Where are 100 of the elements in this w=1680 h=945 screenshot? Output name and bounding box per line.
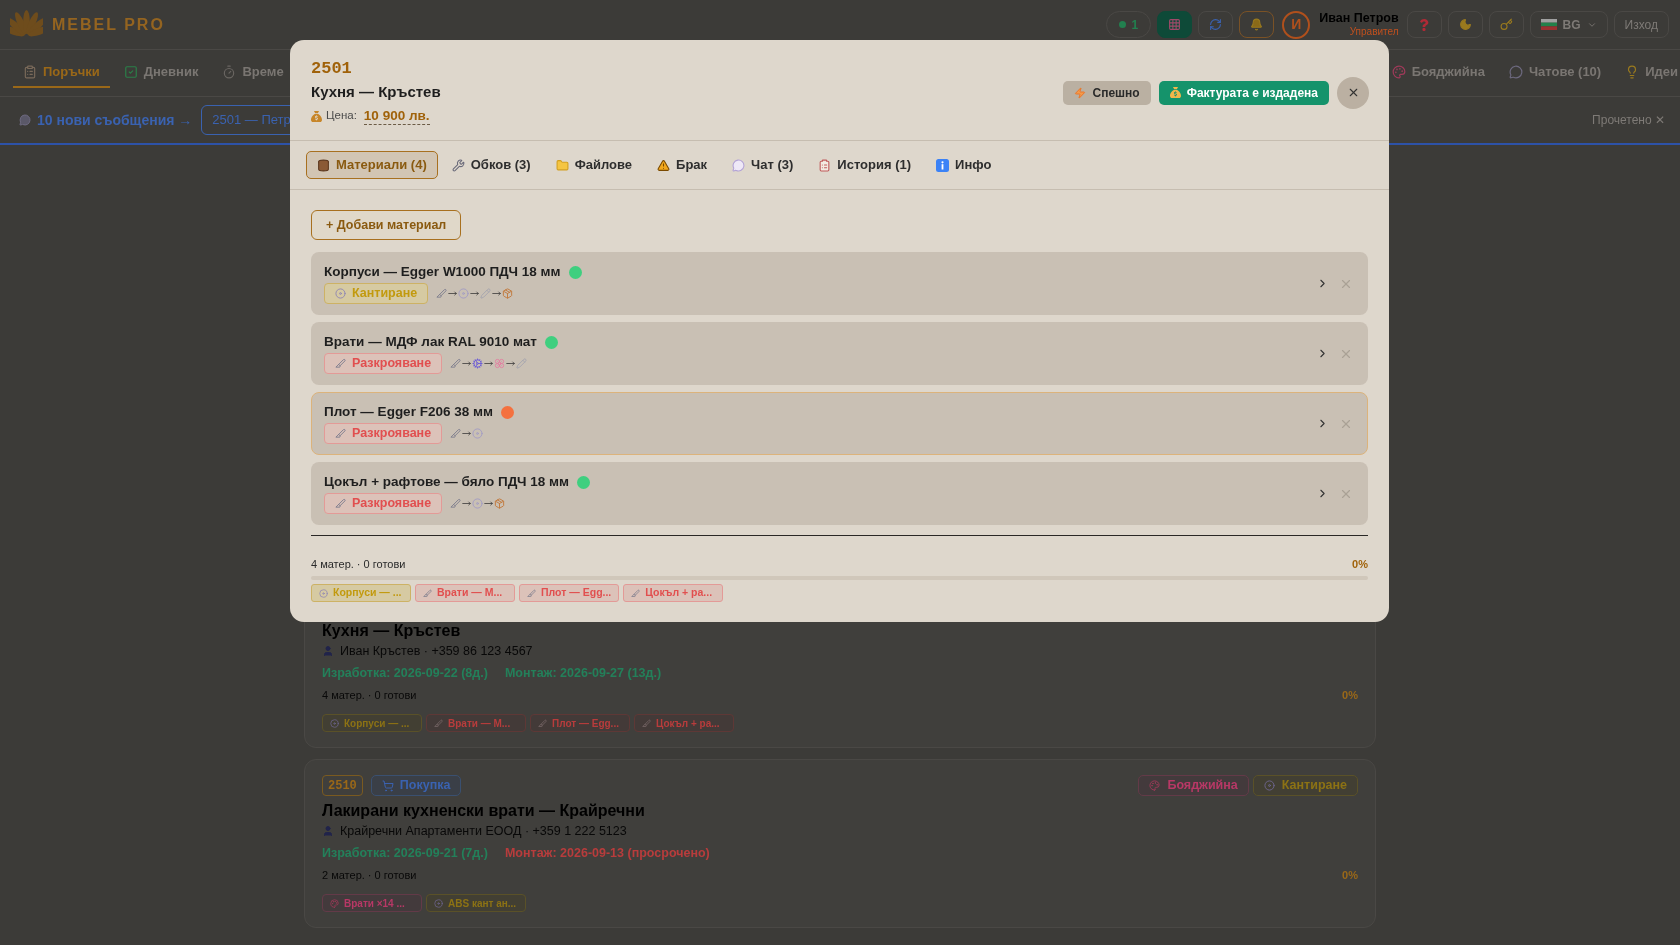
info-icon <box>936 158 950 172</box>
key-button[interactable] <box>1488 11 1524 38</box>
language-code: BG <box>1562 16 1581 34</box>
material-row[interactable]: Врати — МДФ лак RAL 9010 мат Разкрояване <box>311 322 1368 385</box>
dialog-tab[interactable]: Инфо <box>925 151 1003 179</box>
nav-tab[interactable]: Дневник <box>113 58 209 88</box>
arrow-icon <box>506 359 516 368</box>
status-toggle-button[interactable]: Фактурата е издадена <box>1158 80 1329 105</box>
knife-icon <box>423 588 432 598</box>
dialog-tab[interactable]: Обков (3) <box>440 151 542 179</box>
knife-icon <box>527 588 536 598</box>
dialog-tab[interactable]: История (1) <box>807 151 923 179</box>
status-toggle-button[interactable]: Спешно <box>1063 80 1151 105</box>
checkbox-icon <box>123 65 138 79</box>
online-count: 1 <box>1131 16 1139 34</box>
pencil-icon <box>480 288 492 299</box>
order-card[interactable] <box>304 759 1376 928</box>
knife-icon <box>631 588 641 598</box>
knife-icon <box>434 718 443 728</box>
dialog-title: Кухня — Кръстев <box>311 82 441 102</box>
material-row[interactable]: Цокъл + рафтове — бяло ПДЧ 18 мм Разкрояване <box>311 462 1368 525</box>
new-messages-link[interactable]: 10 нови съобщения → <box>19 109 193 131</box>
material-chip: Цокъл + ра... <box>623 584 724 602</box>
arrow-icon <box>462 429 472 438</box>
box-icon <box>494 498 506 509</box>
theme-button[interactable] <box>1447 11 1483 38</box>
money-bag-icon <box>311 110 322 122</box>
flag-icon <box>1540 19 1557 30</box>
notifications-button[interactable] <box>1239 11 1275 38</box>
nav-tab[interactable]: Чатове (10) <box>1500 58 1610 88</box>
material-chip: Корпуси — ... <box>322 714 422 732</box>
chat-bubble-icon <box>1508 65 1523 79</box>
help-button[interactable] <box>1406 11 1442 38</box>
contact-text: Крайречни Апартаменти ЕООД · +359 1 222 5123 <box>340 822 627 840</box>
stage-badge: Кантиране <box>1252 775 1358 796</box>
stage-badge: Разкрояване <box>324 493 443 514</box>
box-icon <box>502 288 514 299</box>
material-chip: ABS кант ан... <box>426 894 526 912</box>
stage-badge: Разкрояване <box>324 353 443 374</box>
palette-icon <box>330 898 339 908</box>
nav-tab[interactable]: Идеи <box>1617 58 1680 88</box>
grid-button[interactable] <box>1157 11 1193 38</box>
nav-tab[interactable]: Бояджийна <box>1383 58 1493 88</box>
material-chip: Плот — Egg... <box>519 584 620 602</box>
dialog-tab[interactable]: Брак <box>646 151 719 179</box>
contact-text: Иван Кръстев · +359 86 123 4567 <box>340 642 533 660</box>
knife-icon <box>450 358 462 369</box>
add-material-button[interactable]: + Добави материал <box>311 210 462 240</box>
mark-read-button[interactable]: Прочетено ✕ <box>1592 111 1665 129</box>
progress-percent: 0% <box>1342 867 1358 883</box>
dialog-tab[interactable]: Чат (3) <box>721 151 805 179</box>
knife-icon <box>436 288 448 299</box>
dialog-tab[interactable]: Файлове <box>544 151 644 179</box>
material-name: Корпуси — Egger W1000 ПДЧ 18 мм <box>324 262 561 281</box>
material-name: Врати — МДФ лак RAL 9010 мат <box>324 332 537 351</box>
dialog-tab[interactable]: Материали (4) <box>306 151 438 179</box>
person-icon <box>322 825 334 837</box>
disc-icon <box>1263 780 1275 791</box>
folder-icon <box>555 158 569 172</box>
material-chip: Врати — М... <box>426 714 526 732</box>
material-chip: Врати ×14 ... <box>322 894 422 912</box>
nav-tab[interactable]: Време <box>212 58 294 88</box>
palette-icon <box>1391 65 1406 79</box>
progress-percent: 0% <box>1342 687 1358 703</box>
money-bag-icon <box>1169 87 1181 98</box>
cylinder-icon <box>317 158 330 172</box>
disc-icon <box>458 288 470 299</box>
material-name: Цокъл + рафтове — бяло ПДЧ 18 мм <box>324 472 570 491</box>
refresh-button[interactable] <box>1198 11 1234 38</box>
date-text: Монтаж: 2026-09-27 (13д.) <box>504 664 662 682</box>
knife-icon <box>450 498 462 509</box>
order-number-badge: 2510 <box>322 775 363 796</box>
material-row[interactable]: Корпуси — Egger W1000 ПДЧ 18 мм Кантиране <box>311 252 1368 315</box>
nav-tab[interactable]: Поръчки <box>13 58 110 88</box>
disc-icon <box>330 718 339 728</box>
material-row[interactable]: Плот — Egger F206 38 мм Разкрояване <box>311 392 1368 455</box>
date-text: Изработка: 2026-09-22 (8д.) <box>322 664 488 682</box>
disc-icon <box>472 428 484 439</box>
avatar[interactable]: И <box>1282 10 1311 39</box>
clipboard-icon <box>818 158 832 172</box>
chat-bubble-icon <box>732 158 746 172</box>
clipboard-icon <box>23 65 37 79</box>
person-icon <box>322 645 334 657</box>
knife-icon <box>642 718 651 728</box>
cart-icon <box>381 779 394 792</box>
moon-icon <box>1458 18 1472 31</box>
language-button[interactable]: BG <box>1529 11 1608 38</box>
close-button[interactable] <box>1337 76 1369 109</box>
price-value[interactable]: 10 900 лв. <box>363 107 430 125</box>
logout-button[interactable]: Изход <box>1613 11 1669 38</box>
disc-icon <box>472 498 484 509</box>
knife-icon <box>538 718 547 728</box>
lightning-icon <box>1074 86 1087 99</box>
bell-icon <box>1250 18 1264 31</box>
material-chip: Плот — Egg... <box>530 714 630 732</box>
price-label: Цена: <box>326 108 357 124</box>
key-icon <box>1499 18 1513 31</box>
arrow-icon <box>448 289 458 298</box>
order-type-badge: Покупка <box>370 775 462 796</box>
pencil-icon <box>516 358 528 369</box>
